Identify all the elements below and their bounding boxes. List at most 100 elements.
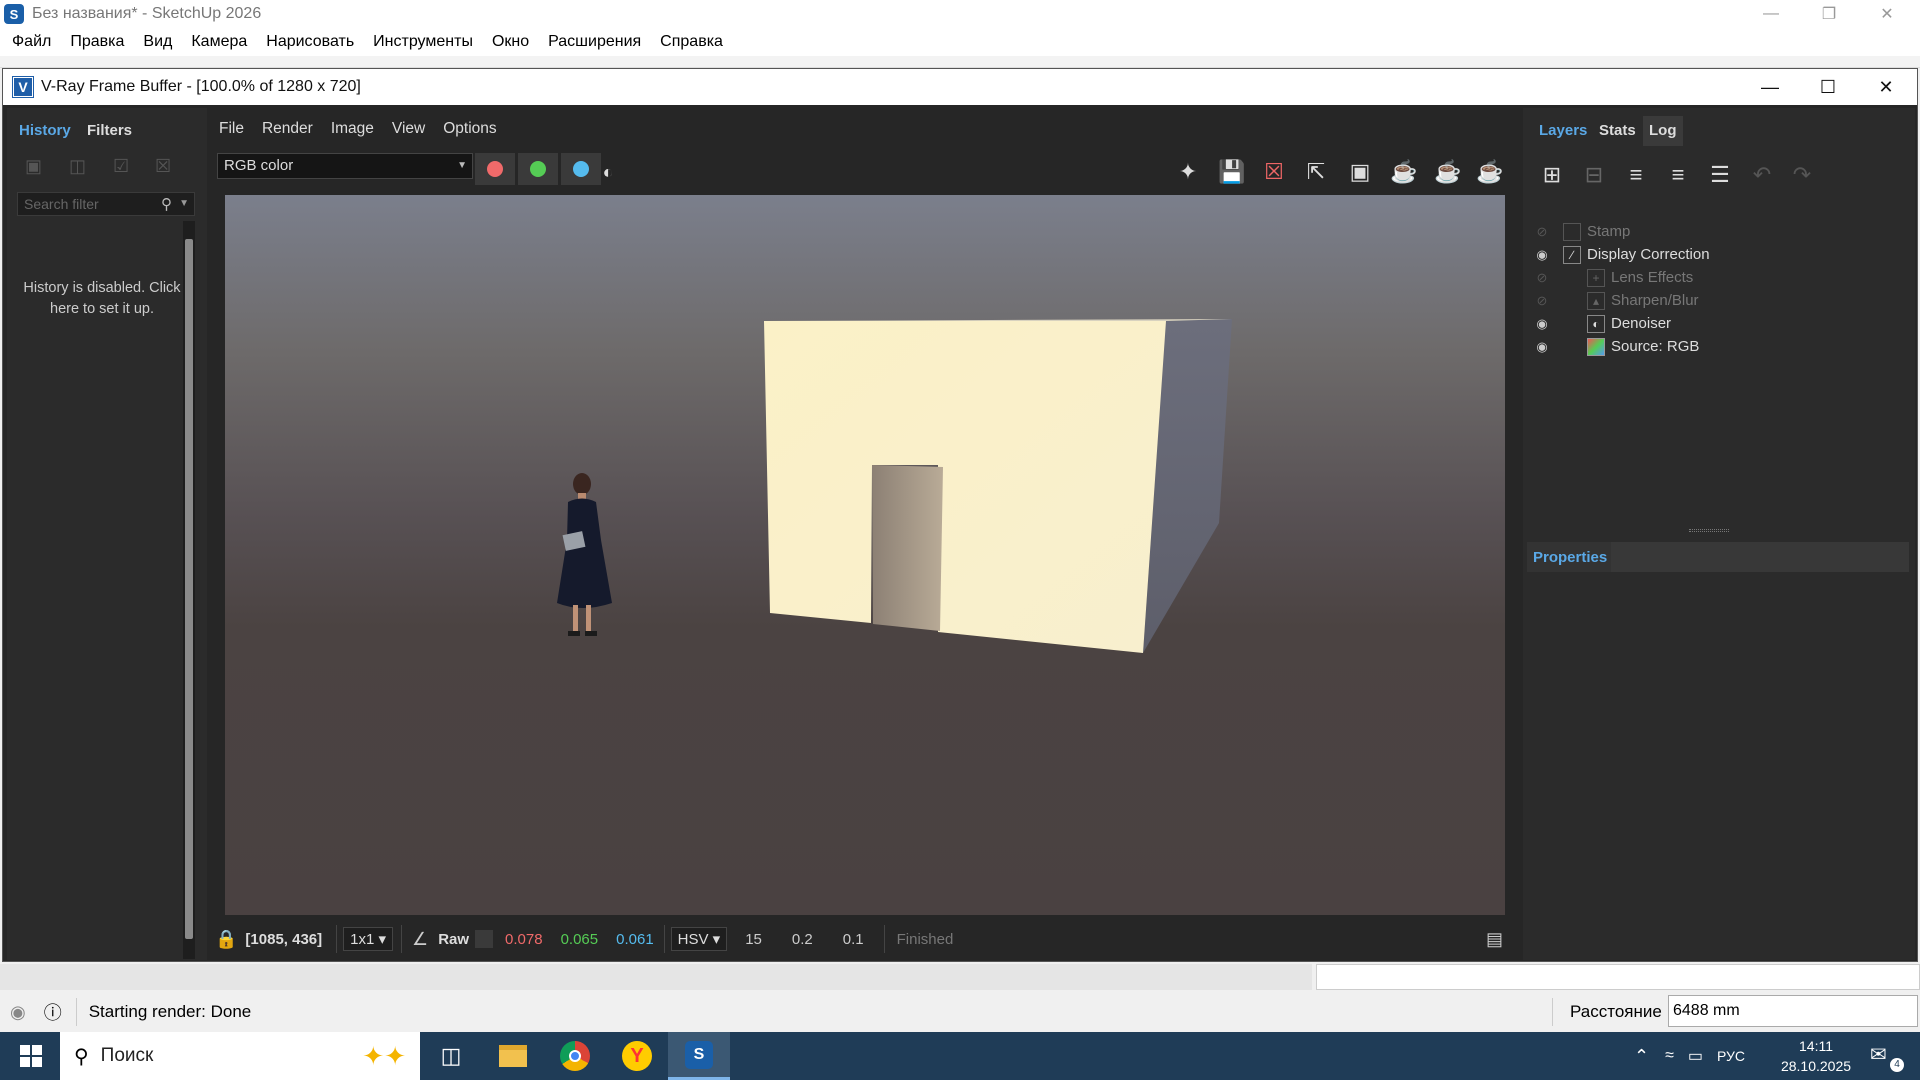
geo-location-icon[interactable]: ◉ — [10, 1002, 26, 1023]
channel-select[interactable]: RGB color ▼ — [217, 153, 473, 179]
menu-edit[interactable]: Правка — [70, 33, 124, 51]
vfb-menu-image[interactable]: Image — [331, 120, 374, 138]
green-dot-icon — [530, 161, 546, 177]
blue-dot-icon — [573, 161, 589, 177]
notifications-icon[interactable]: ✉ 4 — [1870, 1042, 1904, 1072]
search-filter-input[interactable]: Search filter ⚲ ▼ — [17, 192, 195, 216]
vray-frame-buffer-window: V V-Ray Frame Buffer - [100.0% of 1280 x… — [2, 68, 1918, 962]
pixel-coords: [1085, 436] — [245, 930, 323, 948]
zoom-select[interactable]: 1x1 ▾ — [343, 927, 394, 951]
layer-lens-effects[interactable]: ⊘ + Lens Effects — [1527, 266, 1909, 289]
colorspace-select[interactable]: HSV ▾ — [670, 927, 728, 951]
clear-image-icon[interactable]: ☒ — [1259, 157, 1289, 187]
eye-icon[interactable]: ◉ — [1533, 316, 1551, 332]
redo-icon[interactable]: ↷ — [1787, 160, 1817, 190]
tab-log[interactable]: Log — [1643, 116, 1683, 146]
rendered-image[interactable] — [225, 195, 1505, 915]
vfb-close-button[interactable]: ✕ — [1857, 69, 1915, 105]
track-mouse-icon[interactable]: ⇱ — [1301, 157, 1331, 187]
history-load-icon[interactable]: ☑ — [113, 156, 129, 177]
info-icon[interactable]: ⓘ — [44, 999, 62, 1025]
save-layers-icon[interactable]: ≡ — [1621, 160, 1651, 190]
green-channel-button[interactable] — [518, 153, 558, 185]
search-icon[interactable]: ⚲ — [161, 194, 172, 216]
history-scrollbar[interactable] — [183, 221, 195, 959]
battery-icon[interactable]: ▭ — [1688, 1046, 1703, 1066]
history-disabled-message[interactable]: History is disabled. Click here to set i… — [17, 278, 187, 320]
yandex-browser-icon[interactable]: Y — [606, 1032, 668, 1080]
file-explorer-icon[interactable] — [482, 1032, 544, 1080]
layer-label: Lens Effects — [1611, 269, 1694, 286]
distance-input[interactable]: 6488 mm — [1668, 995, 1918, 1027]
color-picker-icon[interactable]: ∠ — [412, 929, 428, 950]
tab-layers[interactable]: Layers — [1539, 116, 1587, 146]
undo-icon[interactable]: ↶ — [1747, 160, 1777, 190]
layer-display-correction[interactable]: ◉ ∕ Display Correction — [1527, 243, 1909, 266]
layer-source-rgb[interactable]: ◉ Source: RGB — [1527, 335, 1909, 358]
sketchup-toolbar-strip — [0, 56, 1920, 68]
chevron-up-icon[interactable]: ⌃ — [1634, 1046, 1649, 1067]
stop-render-icon[interactable]: ☕ — [1433, 157, 1463, 187]
menu-tools[interactable]: Инструменты — [373, 33, 473, 51]
menu-draw[interactable]: Нарисовать — [266, 33, 354, 51]
vfb-menu-options[interactable]: Options — [443, 120, 496, 138]
menu-help[interactable]: Справка — [660, 33, 723, 51]
interactive-render-icon[interactable]: ☕ — [1389, 157, 1419, 187]
sketchup-taskbar-icon[interactable]: S — [668, 1032, 730, 1080]
layer-stamp[interactable]: ⊘ Stamp — [1527, 220, 1909, 243]
layer-denoiser[interactable]: ◉ ◐ Denoiser — [1527, 312, 1909, 335]
history-delete-icon[interactable]: ☒ — [155, 156, 171, 177]
menu-window[interactable]: Окно — [492, 33, 529, 51]
red-channel-button[interactable] — [475, 153, 515, 185]
language-indicator[interactable]: РУС — [1717, 1048, 1745, 1064]
sketchup-status-bar: ◉ ⓘ Starting render: Done Расстояние 648… — [0, 992, 1920, 1032]
render-teapot-icon[interactable]: ☕ — [1475, 157, 1505, 187]
visibility-off-icon[interactable]: ⊘ — [1533, 293, 1551, 309]
restore-button[interactable]: ❐ — [1800, 0, 1858, 28]
close-button[interactable]: ✕ — [1858, 0, 1916, 28]
tab-filters[interactable]: Filters — [87, 116, 132, 146]
visibility-off-icon[interactable]: ⊘ — [1533, 224, 1551, 240]
vfb-menu-render[interactable]: Render — [262, 120, 313, 138]
panel-splitter[interactable] — [1689, 529, 1729, 532]
load-layers-icon[interactable]: ≡ — [1663, 160, 1693, 190]
zoom-value: 1x1 — [350, 931, 375, 948]
vfb-menu-file[interactable]: File — [219, 120, 244, 138]
history-save-icon[interactable]: ▣ — [25, 156, 42, 177]
scrollbar-thumb[interactable] — [185, 239, 193, 939]
delete-layer-icon[interactable]: ⊟ — [1579, 160, 1609, 190]
tab-history[interactable]: History — [19, 116, 71, 146]
menu-view[interactable]: Вид — [143, 33, 172, 51]
task-view-icon[interactable]: ◫ — [420, 1032, 482, 1080]
menu-file[interactable]: Файл — [12, 33, 51, 51]
taskbar-search-box[interactable]: ⚲ Поиск ✦✦ — [60, 1032, 420, 1080]
save-image-icon[interactable]: 💾 — [1217, 157, 1247, 187]
layer-sharpen-blur[interactable]: ⊘ ▴ Sharpen/Blur — [1527, 289, 1909, 312]
history-ab-compare-icon[interactable]: ◫ — [69, 156, 86, 177]
tab-stats[interactable]: Stats — [1599, 116, 1636, 146]
menu-extensions[interactable]: Расширения — [548, 33, 641, 51]
visibility-off-icon[interactable]: ⊘ — [1533, 270, 1551, 286]
wifi-icon[interactable]: ≈ — [1665, 1047, 1674, 1065]
region-render-icon[interactable]: ✦ — [1173, 157, 1203, 187]
chrome-icon[interactable] — [544, 1032, 606, 1080]
distance-label: Расстояние — [1570, 1002, 1662, 1021]
start-button[interactable] — [0, 1032, 62, 1080]
log-toggle-icon[interactable]: ▤ — [1486, 929, 1503, 950]
chevron-down-icon[interactable]: ▼ — [179, 193, 189, 215]
eye-icon[interactable]: ◉ — [1533, 247, 1551, 263]
alpha-toggle-icon[interactable]: ◐ — [593, 157, 623, 187]
lock-icon[interactable]: 🔒 — [215, 929, 237, 950]
eye-icon[interactable]: ◉ — [1533, 339, 1551, 355]
minimize-button[interactable]: — — [1742, 0, 1800, 28]
vfb-maximize-button[interactable]: ☐ — [1799, 69, 1857, 105]
layer-presets-icon[interactable]: ☰ — [1705, 160, 1735, 190]
vfb-minimize-button[interactable]: — — [1741, 69, 1799, 105]
clock[interactable]: 14:11 28.10.2025 — [1766, 1036, 1866, 1076]
add-layer-icon[interactable]: ⊞ — [1537, 160, 1567, 190]
menu-camera[interactable]: Камера — [191, 33, 247, 51]
chevron-down-icon: ▼ — [457, 160, 467, 171]
vfb-menu-view[interactable]: View — [392, 120, 425, 138]
status-message: Starting render: Done — [88, 1002, 252, 1021]
render-region-icon[interactable]: ▣ — [1345, 157, 1375, 187]
